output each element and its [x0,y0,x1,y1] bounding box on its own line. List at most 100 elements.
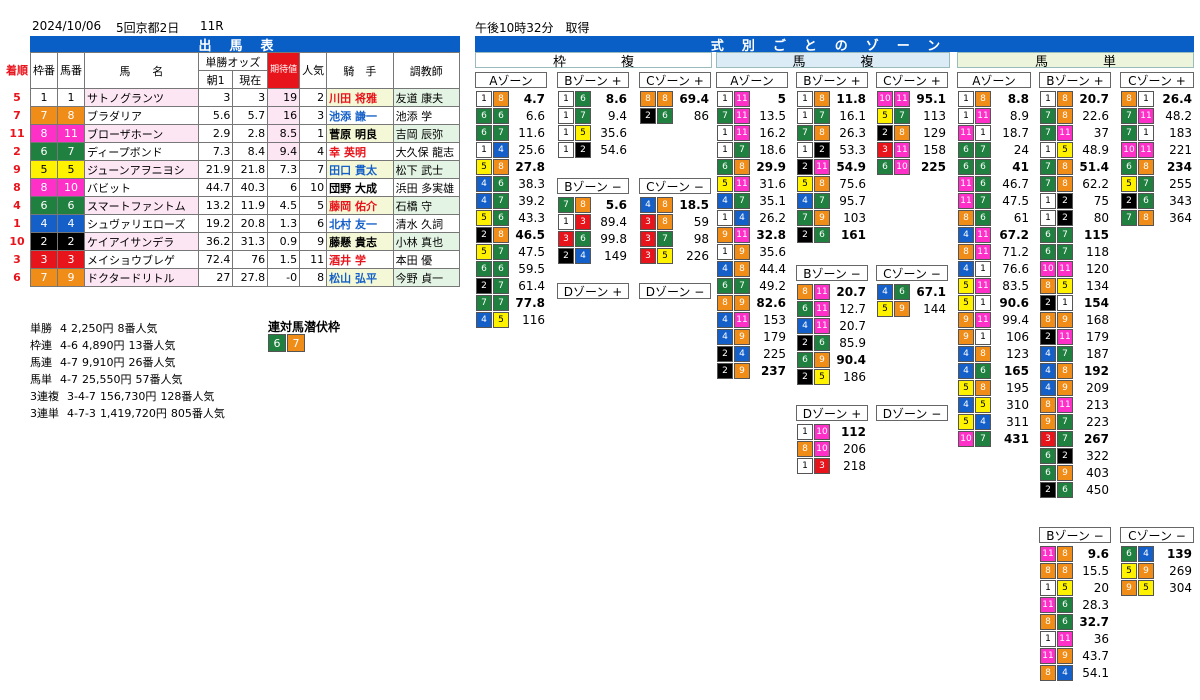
zone-horse-box: 9 [1057,648,1073,664]
zone-horse-box: 7 [476,295,492,311]
zone-horse-box: 10 [877,91,893,107]
zone-horse-box: 11 [1057,125,1073,141]
racecard-name: ブローザホーン [84,124,199,143]
zone-odds: 431 [1003,432,1029,446]
zone-odds: 139 [1166,547,1192,561]
zone-odds: 118 [1086,245,1109,259]
racecard-o1: 13.2 [197,196,234,215]
zone-odds: 343 [1169,194,1192,208]
zone-horse-box: 7 [975,142,991,158]
zone-odds: 165 [1003,364,1029,378]
zone-horse-box: 2 [797,335,813,351]
zone-horse-box: 1 [1040,580,1056,596]
payout-combo: 4-6 [60,339,78,352]
zone-horse-box: 9 [958,329,974,345]
zone-horse-box: 6 [575,91,591,107]
racecard-pos: 10 [9,235,25,248]
zone-label: Bゾーン − [1039,527,1111,543]
header-trainer: 調教師 [392,52,461,89]
racecard-waku: 2 [30,232,58,251]
zone-odds: 49.2 [759,279,786,293]
racecard-uma: 8 [57,106,85,125]
racecard-row: 3 3 3 メイショウブレゲ 72.4 76 1.5 11 酒井 学本田 優 [4,250,461,269]
payout-pop: 26番人気 [128,356,176,369]
zone-label: Bゾーン − [796,265,868,281]
zone-horse-box: 7 [717,108,733,124]
zone-horse-box: 7 [1138,176,1154,192]
zone-odds: 221 [1169,143,1192,157]
zone-odds: 192 [1083,364,1109,378]
racecard-waku: 7 [30,268,58,287]
zone-horse-box: 3 [640,248,656,264]
zone-odds: 54.6 [600,143,627,157]
zone-horse-box: 10 [1040,261,1056,277]
zone-horse-box: 7 [493,295,509,311]
zone-horse-box: 7 [1057,244,1073,260]
zone-odds: 364 [1169,211,1192,225]
zone-odds: 98 [693,232,709,246]
zone-odds: 209 [1086,381,1109,395]
payout-row: 3連複 3-4-7 156,730円 128番人気 [30,388,214,404]
zone-horse-box: 5 [877,301,893,317]
zone-horse-box: 2 [1057,448,1073,464]
zone-horse-box: 9 [717,227,733,243]
zone-horse-box: 2 [476,227,492,243]
zone-odds: 76.6 [1002,262,1029,276]
zone-horse-box: 9 [958,312,974,328]
zone-horse-box: 6 [493,176,509,192]
racecard-uma: 3 [57,250,85,269]
racecard-pos: 5 [13,91,21,104]
zone-horse-box: 4 [717,312,733,328]
zone-horse-box: 8 [1138,210,1154,226]
zone-label: Aゾーン [475,72,547,88]
zone-horse-box: 3 [575,214,591,230]
zone-horse-box: 4 [797,193,813,209]
zone-odds: 83.5 [1002,279,1029,293]
header-ninki: 人気 [299,52,328,89]
racecard-jockey: 田口 貫太 [326,160,394,179]
zone-odds: 311 [1006,415,1029,429]
zone-horse-box: 6 [1057,614,1073,630]
zone-horse-box: 4 [717,329,733,345]
zone-odds: 24 [1013,143,1029,157]
zone-horse-box: 5 [575,125,591,141]
zone-horse-box: 1 [717,210,733,226]
zone-odds: 187 [1086,347,1109,361]
zone-horse-box: 5 [797,176,813,192]
zone-horse-box: 6 [975,176,991,192]
zone-horse-box: 1 [476,142,492,158]
zone-horse-box: 11 [734,176,750,192]
racecard-waku: 6 [30,196,58,215]
zone-horse-box: 4 [476,176,492,192]
zone-odds: 89.4 [600,215,627,229]
zone-odds: 54.1 [1082,666,1109,680]
zone-horse-box: 9 [734,295,750,311]
racecard-o1: 44.7 [197,178,234,197]
zone-odds: 154 [1083,296,1109,310]
racecard-o2: 2.8 [232,124,269,143]
zone-horse-box: 8 [797,284,813,300]
zone-horse-box: 11 [958,193,974,209]
racecard-uma: 9 [57,268,85,287]
zone-horse-box: 6 [717,278,733,294]
zone-horse-box: 8 [1057,159,1073,175]
racecard-trainer: 小林 真也 [392,232,461,251]
zone-horse-box: 6 [1057,597,1073,613]
zone-horse-box: 8 [975,346,991,362]
racecard-trainer: 池添 学 [392,106,461,125]
zone-horse-box: 6 [975,159,991,175]
zone-odds: 322 [1086,449,1109,463]
zone-odds: 28.3 [1082,598,1109,612]
zone-horse-box: 4 [877,284,893,300]
zone-horse-box: 2 [717,346,733,362]
header-uma: 馬番 [57,52,85,89]
payout-combo: 3-4-7 [67,390,96,403]
zone-horse-box: 11 [814,318,830,334]
payout-pay: 156,730円 [99,390,157,403]
racecard-pos: 7 [13,109,21,122]
racecard-pos: 2 [13,145,21,158]
zone-horse-box: 7 [1121,108,1137,124]
zone-horse-box: 5 [1121,563,1137,579]
zone-horse-box: 6 [476,108,492,124]
zone-horse-box: 5 [476,210,492,226]
